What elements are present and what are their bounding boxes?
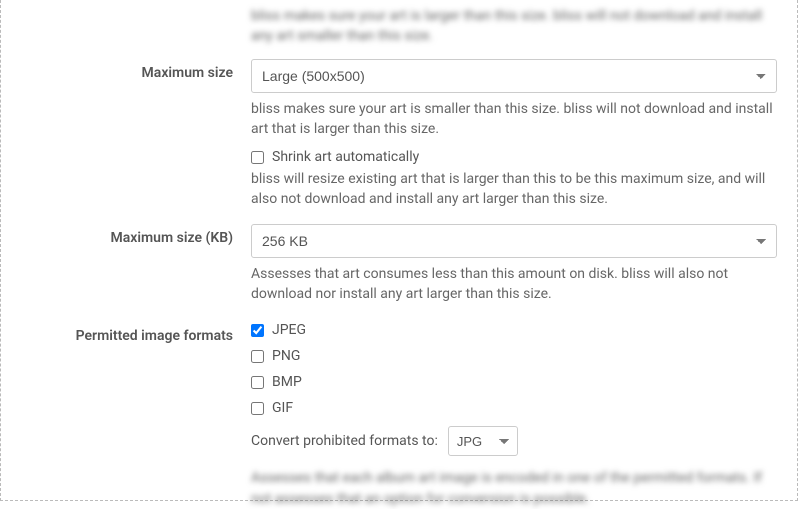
permitted-formats-label: Permitted image formats	[21, 322, 251, 509]
convert-row: Convert prohibited formats to: JPG	[251, 426, 777, 456]
format-png-checkbox[interactable]	[251, 350, 264, 363]
shrink-help: bliss will resize existing art that is l…	[251, 169, 777, 210]
permitted-help-blur: Assesses that each album art image is en…	[251, 468, 777, 509]
permitted-formats-row: Permitted image formats JPEG PNG BMP GIF…	[21, 322, 777, 509]
format-gif-checkbox[interactable]	[251, 402, 264, 415]
format-jpeg-label: JPEG	[272, 322, 306, 338]
shrink-label: Shrink art automatically	[272, 149, 419, 165]
max-size-kb-help: Assesses that art consumes less than thi…	[251, 264, 777, 305]
max-size-select[interactable]: Large (500x500)	[251, 59, 777, 93]
format-png-row[interactable]: PNG	[251, 348, 777, 364]
convert-label: Convert prohibited formats to:	[251, 433, 438, 449]
prev-help-text: bliss makes sure your art is larger than…	[251, 6, 777, 47]
max-size-row: Maximum size Large (500x500) bliss makes…	[21, 59, 777, 210]
settings-panel: bliss makes sure your art is larger than…	[0, 0, 798, 501]
max-size-kb-row: Maximum size (KB) 256 KB Assesses that a…	[21, 224, 777, 305]
format-bmp-checkbox[interactable]	[251, 376, 264, 389]
format-bmp-label: BMP	[272, 374, 302, 390]
shrink-checkbox-row[interactable]: Shrink art automatically	[251, 149, 777, 165]
shrink-checkbox[interactable]	[251, 151, 264, 164]
format-jpeg-row[interactable]: JPEG	[251, 322, 777, 338]
prev-setting-help: bliss makes sure your art is larger than…	[21, 0, 777, 47]
format-gif-label: GIF	[272, 400, 293, 416]
max-size-kb-label: Maximum size (KB)	[21, 224, 251, 305]
format-gif-row[interactable]: GIF	[251, 400, 777, 416]
format-jpeg-checkbox[interactable]	[251, 324, 264, 337]
format-png-label: PNG	[272, 348, 300, 364]
max-size-kb-select[interactable]: 256 KB	[251, 224, 777, 258]
max-size-label: Maximum size	[21, 59, 251, 210]
max-size-help: bliss makes sure your art is smaller tha…	[251, 99, 777, 140]
format-bmp-row[interactable]: BMP	[251, 374, 777, 390]
convert-format-select[interactable]: JPG	[448, 426, 518, 456]
